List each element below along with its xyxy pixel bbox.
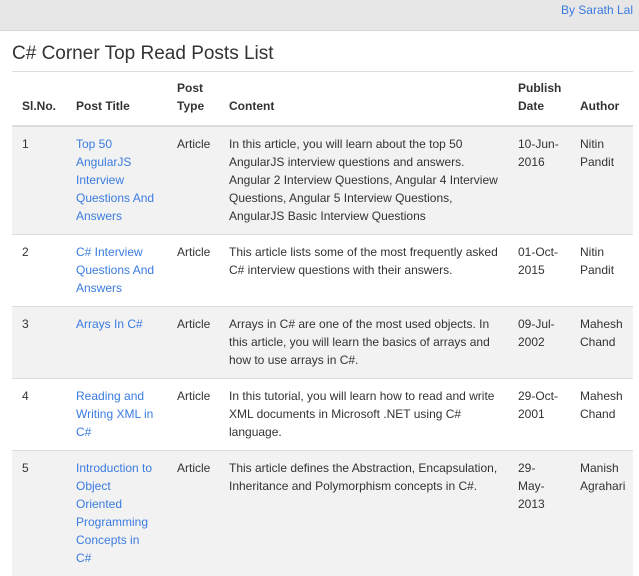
post-title-link[interactable]: Top 50 AngularJS Interview Questions And… [76,137,154,223]
post-type: Article [167,235,219,307]
sl-no: 1 [12,126,66,235]
publish-date: 10-Jun-2016 [508,126,570,235]
table-header-row: Sl.No. Post Title Post Type Content Publ… [12,72,633,126]
publish-date: 29-May-2013 [508,451,570,576]
sl-no: 3 [12,307,66,379]
post-title-cell: Reading and Writing XML in C# [66,379,167,451]
post-title-cell: Top 50 AngularJS Interview Questions And… [66,126,167,235]
post-type: Article [167,126,219,235]
table-row: 1Top 50 AngularJS Interview Questions An… [12,126,633,235]
header-content: Content [219,72,508,126]
author: Nitin Pandit [570,126,633,235]
table-row: 3 Arrays In C# ArticleArrays in C# are one… [12,307,633,379]
table-row: 5Introduction to Object Oriented Program… [12,451,633,576]
post-content: In this article, you will learn about th… [219,126,508,235]
post-title-cell: Arrays In C# [66,307,167,379]
publish-date: 09-Jul-2002 [508,307,570,379]
author: Mahesh Chand [570,379,633,451]
post-title-link[interactable]: C# Interview Questions And Answers [76,245,154,295]
publish-date: 29-Oct-2001 [508,379,570,451]
post-type: Article [167,307,219,379]
post-title-link[interactable]: Introduction to Object Oriented Programm… [76,461,152,565]
header-post-type: Post Type [167,72,219,126]
page-title: C# Corner Top Read Posts List [12,43,274,65]
top-navbar: By Sarath Lal [0,0,639,31]
post-content: This article lists some of the most freq… [219,235,508,307]
author: Mahesh Chand [570,307,633,379]
post-type: Article [167,379,219,451]
post-title-link[interactable]: Arrays In C# [76,317,143,331]
post-type: Article [167,451,219,576]
posts-table: Sl.No. Post Title Post Type Content Publ… [12,72,633,576]
header-publish-date: Publish Date [508,72,570,126]
sl-no: 5 [12,451,66,576]
post-title-link[interactable]: Reading and Writing XML in C# [76,389,153,439]
sl-no: 2 [12,235,66,307]
header-post-title: Post Title [66,72,167,126]
header-sl-no: Sl.No. [12,72,66,126]
post-content: In this tutorial, you will learn how to … [219,379,508,451]
table-row: 4Reading and Writing XML in C# ArticleIn … [12,379,633,451]
post-title-cell: Introduction to Object Oriented Programm… [66,451,167,576]
author-link[interactable]: By Sarath Lal [561,3,633,17]
sl-no: 4 [12,379,66,451]
author: Nitin Pandit [570,235,633,307]
post-content: This article defines the Abstraction, En… [219,451,508,576]
post-title-cell: C# Interview Questions And Answers [66,235,167,307]
post-content: Arrays in C# are one of the most used ob… [219,307,508,379]
author: Manish Agrahari [570,451,633,576]
publish-date: 01-Oct-2015 [508,235,570,307]
table-row: 2C# Interview Questions And Answers Artic… [12,235,633,307]
header-author: Author [570,72,633,126]
